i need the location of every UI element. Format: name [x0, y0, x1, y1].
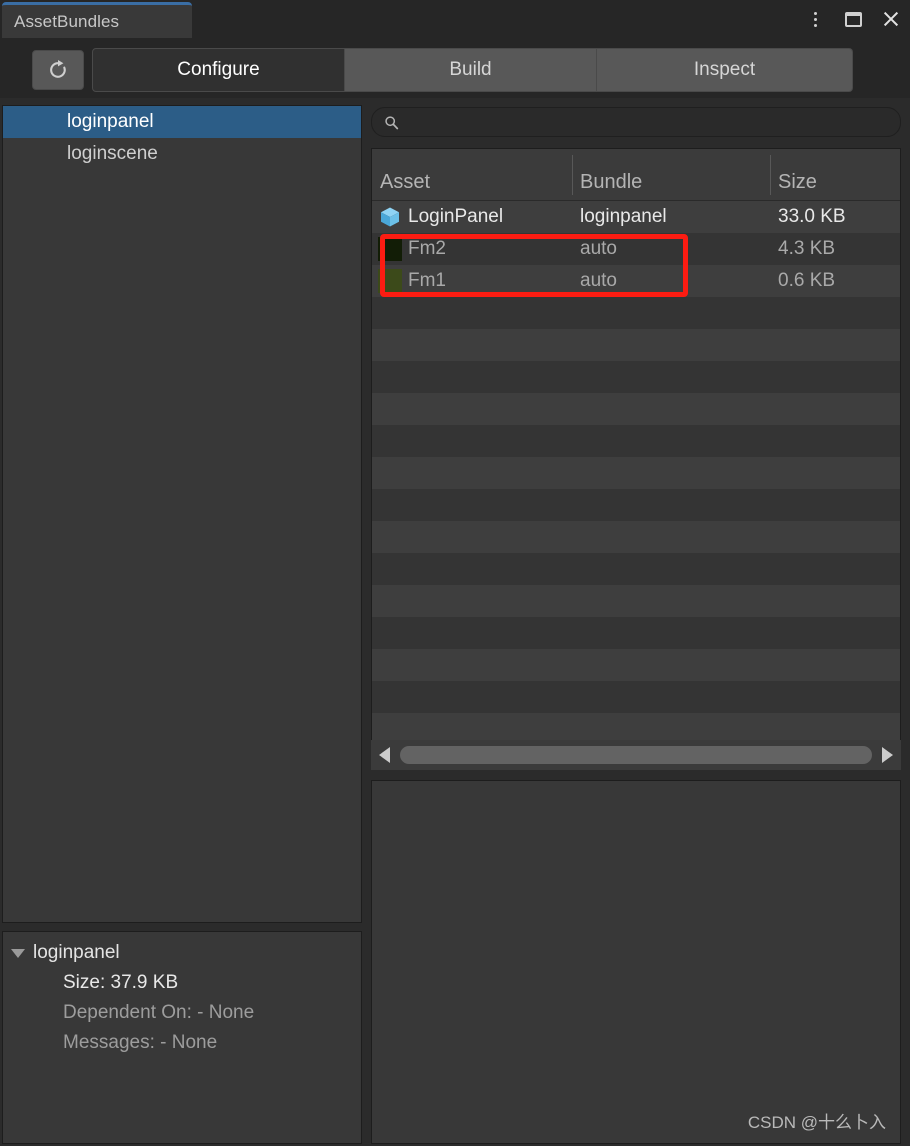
asset-table-header: Asset Bundle Size	[372, 149, 900, 201]
column-header-size[interactable]: Size	[778, 171, 817, 194]
horizontal-scrollbar[interactable]	[371, 740, 901, 770]
table-row-empty[interactable]	[372, 489, 900, 521]
column-header-asset[interactable]: Asset	[380, 171, 430, 194]
tab-inspect[interactable]: Inspect	[597, 48, 853, 92]
table-row[interactable]: Fm1 auto 0.6 KB	[372, 265, 900, 297]
table-row-empty[interactable]	[372, 681, 900, 713]
table-row-empty[interactable]	[372, 425, 900, 457]
texture-thumbnail-olive-icon	[378, 269, 402, 293]
scrollbar-thumb[interactable]	[400, 746, 872, 764]
refresh-button[interactable]	[32, 50, 84, 90]
table-row-empty[interactable]	[372, 521, 900, 553]
inspector-panel[interactable]: CSDN @十么卜入	[371, 780, 901, 1144]
table-row-empty[interactable]	[372, 553, 900, 585]
column-header-bundle[interactable]: Bundle	[580, 171, 642, 194]
column-divider[interactable]	[770, 155, 771, 195]
tab-configure-label: Configure	[177, 59, 260, 80]
watermark-text: CSDN @十么卜入	[747, 1113, 886, 1132]
triangle-left-icon[interactable]	[379, 747, 390, 763]
bundle-detail-size: Size: 37.9 KB	[63, 972, 179, 993]
cell-size: 4.3 KB	[778, 238, 836, 259]
search-field[interactable]	[371, 107, 901, 137]
more-options-icon[interactable]	[804, 8, 826, 30]
cell-asset: Fm2	[408, 238, 446, 259]
table-row[interactable]: LoginPanel loginpanel 33.0 KB	[372, 201, 900, 233]
title-bar: AssetBundles	[0, 0, 910, 38]
sidebar-item-loginpanel[interactable]: loginpanel	[3, 106, 361, 138]
tab-inspect-label: Inspect	[693, 59, 756, 80]
search-icon	[385, 115, 399, 129]
window-tab-assetbundles[interactable]: AssetBundles	[2, 2, 192, 38]
cell-bundle: loginpanel	[580, 206, 667, 227]
table-row-empty[interactable]	[372, 617, 900, 649]
tab-configure[interactable]: Configure	[92, 48, 345, 92]
bundle-detail-name: loginpanel	[33, 942, 120, 963]
cell-bundle: auto	[580, 270, 617, 291]
table-row-empty[interactable]	[372, 329, 900, 361]
sidebar-item-loginscene[interactable]: loginscene	[3, 138, 361, 170]
column-divider[interactable]	[572, 155, 573, 195]
window-tab-label: AssetBundles	[14, 11, 120, 31]
bundle-detail-dependent-on: Dependent On: - None	[63, 1002, 255, 1023]
asset-table[interactable]: Asset Bundle Size LoginPanel loginpanel …	[371, 148, 901, 770]
maximize-icon[interactable]	[842, 8, 864, 30]
cell-asset: LoginPanel	[408, 206, 504, 227]
mode-tab-group: Configure Build Inspect	[92, 48, 853, 92]
cell-bundle: auto	[580, 238, 617, 259]
table-row-empty[interactable]	[372, 649, 900, 681]
table-row-empty[interactable]	[372, 297, 900, 329]
close-icon[interactable]	[880, 8, 902, 30]
table-row-empty[interactable]	[372, 361, 900, 393]
search-input[interactable]	[407, 113, 867, 131]
empty-rows-area	[372, 297, 900, 745]
refresh-icon	[50, 60, 66, 78]
sidebar-item-label: loginpanel	[67, 111, 154, 132]
table-row-empty[interactable]	[372, 457, 900, 489]
table-row-empty[interactable]	[372, 585, 900, 617]
cell-size: 0.6 KB	[778, 270, 836, 291]
cell-asset: Fm1	[408, 270, 446, 291]
texture-thumbnail-dark-icon	[378, 237, 402, 261]
bundle-detail-header[interactable]: loginpanel	[3, 938, 361, 968]
table-row[interactable]: Fm2 auto 4.3 KB	[372, 233, 900, 265]
prefab-cube-icon	[378, 205, 402, 229]
bundle-detail-messages: Messages: - None	[63, 1032, 218, 1053]
bundle-detail-panel: loginpanel Size: 37.9 KB Dependent On: -…	[2, 931, 362, 1144]
triangle-right-icon[interactable]	[882, 747, 893, 763]
sidebar-item-label: loginscene	[67, 143, 158, 164]
triangle-down-icon[interactable]	[11, 948, 25, 958]
cell-size: 33.0 KB	[778, 206, 846, 227]
tab-build[interactable]: Build	[345, 48, 597, 92]
table-row-empty[interactable]	[372, 393, 900, 425]
tab-build-label: Build	[449, 59, 492, 80]
window-controls	[804, 0, 902, 38]
bundle-tree-panel[interactable]: loginpanel loginscene	[2, 105, 362, 923]
